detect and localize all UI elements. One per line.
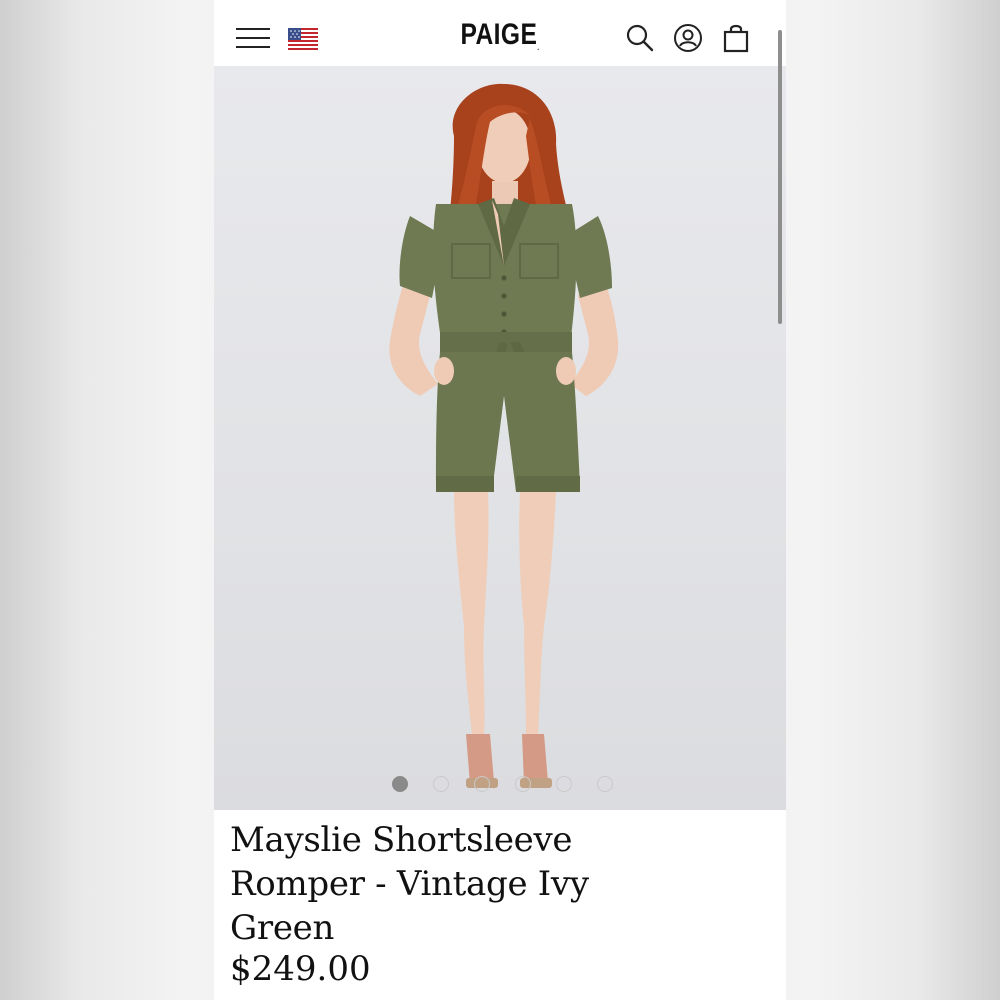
product-image[interactable] xyxy=(214,66,786,810)
pagination-dot[interactable] xyxy=(392,776,408,792)
brand-mark: . xyxy=(537,43,540,52)
pagination-dot[interactable] xyxy=(433,776,449,792)
account-icon[interactable] xyxy=(672,22,704,54)
brand-name: PAIGE xyxy=(460,18,538,51)
pagination-dot[interactable] xyxy=(597,776,613,792)
shopping-bag-icon[interactable] xyxy=(720,22,752,54)
mobile-page: PAIGE. Mayslie Shortsleeve Romper - Vint… xyxy=(214,0,786,1000)
pagination-dot[interactable] xyxy=(515,776,531,792)
model-photo xyxy=(389,83,619,788)
site-header: PAIGE. xyxy=(214,0,786,66)
image-pagination xyxy=(214,776,786,796)
product-title: Mayslie Shortsleeve Romper - Vintage Ivy… xyxy=(230,820,589,948)
pagination-dot[interactable] xyxy=(474,776,490,792)
brand-logo[interactable]: PAIGE. xyxy=(265,18,734,52)
search-icon[interactable] xyxy=(624,22,656,54)
pagination-dot[interactable] xyxy=(556,776,572,792)
product-price: $249.00 xyxy=(230,949,371,989)
product-info: Mayslie Shortsleeve Romper - Vintage Ivy… xyxy=(230,818,770,991)
scrollbar[interactable] xyxy=(778,30,782,324)
